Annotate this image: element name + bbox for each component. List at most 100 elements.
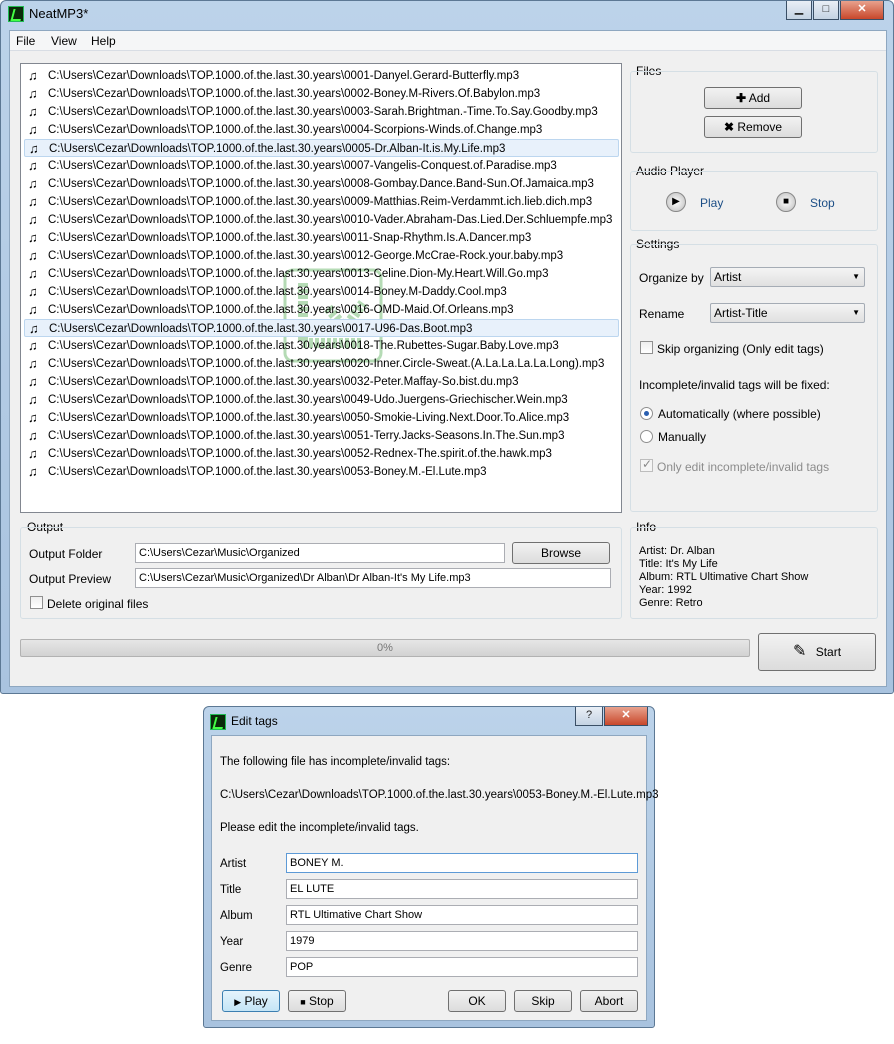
music-note-icon: ♫: [28, 212, 38, 227]
music-note-icon: ♫: [28, 86, 38, 101]
file-list[interactable]: ♫ C:\Users\Cezar\Downloads\TOP.1000.of.th…: [20, 63, 622, 513]
delete-original-checkbox[interactable]: [30, 596, 43, 609]
dialog-play-button[interactable]: ▶ Play: [222, 990, 280, 1012]
main-window: NeatMP3* ▁ □ ✕ File View Help ♫ C:\Users\…: [0, 0, 894, 694]
skip-organizing-checkbox[interactable]: [640, 341, 653, 354]
music-note-icon: ♫: [28, 410, 38, 425]
auto-fix-radio[interactable]: [640, 407, 653, 420]
music-note-icon: ♫: [28, 338, 38, 353]
file-list-item[interactable]: ♫ C:\Users\Cezar\Downloads\TOP.1000.of.th…: [24, 193, 619, 211]
file-list-item[interactable]: ♫ C:\Users\Cezar\Downloads\TOP.1000.of.th…: [24, 85, 619, 103]
title-input[interactable]: EL LUTE: [286, 879, 638, 899]
chevron-down-icon: ▼: [852, 308, 860, 317]
remove-button[interactable]: ✖ Remove: [704, 116, 802, 138]
menu-bar: File View Help: [10, 31, 886, 51]
start-button-label: Start: [815, 645, 842, 659]
file-list-item[interactable]: ♫ C:\Users\Cezar\Downloads\TOP.1000.of.th…: [24, 229, 619, 247]
artist-input[interactable]: BONEY M.: [286, 853, 638, 873]
progress-bar: 0%: [20, 639, 750, 657]
app-icon: [210, 714, 226, 730]
file-list-item[interactable]: ♫ C:\Users\Cezar\Downloads\TOP.1000.of.th…: [24, 301, 619, 319]
dialog-close-button[interactable]: ✕: [604, 707, 648, 726]
only-edit-label: Only edit incomplete/invalid tags: [657, 460, 830, 474]
skip-button[interactable]: Skip: [514, 990, 572, 1012]
year-input[interactable]: 1979: [286, 931, 638, 951]
file-list-item[interactable]: ♫ C:\Users\Cezar\Downloads\TOP.1000.of.th…: [24, 211, 619, 229]
info-artist: Artist: Dr. Alban: [639, 545, 715, 557]
music-note-icon: ♫: [28, 194, 38, 209]
chevron-down-icon: ▼: [852, 272, 860, 281]
album-label: Album: [220, 910, 253, 922]
add-button-label: Add: [748, 91, 771, 105]
maximize-button[interactable]: □: [813, 1, 839, 20]
file-path-label: C:\Users\Cezar\Downloads\TOP.1000.of.the…: [48, 340, 559, 352]
output-folder-input[interactable]: C:\Users\Cezar\Music\Organized: [135, 543, 505, 563]
file-list-item[interactable]: ♫ C:\Users\Cezar\Downloads\TOP.1000.of.th…: [24, 283, 619, 301]
window-title: NeatMP3*: [29, 6, 89, 21]
play-button[interactable]: ▶ Play: [666, 191, 726, 215]
menu-file[interactable]: File: [16, 34, 35, 48]
genre-label: Genre: [220, 962, 252, 974]
file-list-item[interactable]: ♫ C:\Users\Cezar\Downloads\TOP.1000.of.th…: [24, 391, 619, 409]
file-path-label: C:\Users\Cezar\Downloads\TOP.1000.of.the…: [48, 232, 532, 244]
info-genre: Genre: Retro: [639, 597, 703, 609]
file-list-item[interactable]: ♫ C:\Users\Cezar\Downloads\TOP.1000.of.th…: [24, 139, 619, 157]
add-button[interactable]: ✚ Add: [704, 87, 802, 109]
file-list-item[interactable]: ♫ C:\Users\Cezar\Downloads\TOP.1000.of.th…: [24, 175, 619, 193]
output-folder-label: Output Folder: [29, 547, 103, 561]
file-list-item[interactable]: ♫ C:\Users\Cezar\Downloads\TOP.1000.of.th…: [24, 67, 619, 85]
info-title: Title: It's My Life: [639, 558, 718, 570]
minimize-button[interactable]: ▁: [786, 1, 812, 20]
file-list-item[interactable]: ♫ C:\Users\Cezar\Downloads\TOP.1000.of.th…: [24, 157, 619, 175]
file-path-label: C:\Users\Cezar\Downloads\TOP.1000.of.the…: [48, 430, 565, 442]
file-list-item[interactable]: ♫ C:\Users\Cezar\Downloads\TOP.1000.of.th…: [24, 355, 619, 373]
file-list-item[interactable]: ♫ C:\Users\Cezar\Downloads\TOP.1000.of.th…: [24, 265, 619, 283]
file-list-item[interactable]: ♫ C:\Users\Cezar\Downloads\TOP.1000.of.th…: [24, 337, 619, 355]
main-client-area: File View Help ♫ C:\Users\Cezar\Downloads…: [9, 30, 887, 687]
fix-heading: Incomplete/invalid tags will be fixed:: [639, 378, 830, 392]
file-list-item[interactable]: ♫ C:\Users\Cezar\Downloads\TOP.1000.of.th…: [24, 121, 619, 139]
dialog-client-area: The following file has incomplete/invali…: [211, 735, 659, 1021]
music-note-icon: ♫: [28, 284, 38, 299]
skip-organizing-label: Skip organizing (Only edit tags): [657, 342, 824, 356]
music-note-icon: ♫: [28, 302, 38, 317]
dialog-play-label: Play: [244, 994, 268, 1008]
file-path-label: C:\Users\Cezar\Downloads\TOP.1000.of.the…: [48, 106, 598, 118]
only-edit-checkbox[interactable]: [640, 457, 653, 472]
file-path-label: C:\Users\Cezar\Downloads\TOP.1000.of.the…: [48, 304, 514, 316]
abort-button[interactable]: Abort: [580, 990, 638, 1012]
music-note-icon: ♫: [28, 122, 38, 137]
music-note-icon: ♫: [28, 176, 38, 191]
menu-view[interactable]: View: [51, 34, 77, 48]
menu-help[interactable]: Help: [91, 34, 116, 48]
music-note-icon: ♫: [28, 68, 38, 83]
file-list-item[interactable]: ♫ C:\Users\Cezar\Downloads\TOP.1000.of.th…: [24, 247, 619, 265]
file-list-item[interactable]: ♫ C:\Users\Cezar\Downloads\TOP.1000.of.th…: [24, 463, 619, 481]
help-button[interactable]: ?: [575, 707, 603, 726]
file-list-item[interactable]: ♫ C:\Users\Cezar\Downloads\TOP.1000.of.th…: [24, 445, 619, 463]
browse-button[interactable]: Browse: [512, 542, 610, 564]
file-list-item[interactable]: ♫ C:\Users\Cezar\Downloads\TOP.1000.of.th…: [24, 103, 619, 121]
title-label: Title: [220, 884, 242, 896]
stop-button[interactable]: ■ Stop: [776, 191, 836, 215]
organize-by-select[interactable]: Artist ▼: [710, 267, 865, 287]
file-list-item[interactable]: ♫ C:\Users\Cezar\Downloads\TOP.1000.of.th…: [24, 409, 619, 427]
genre-input[interactable]: POP: [286, 957, 638, 977]
file-list-item[interactable]: ♫ C:\Users\Cezar\Downloads\TOP.1000.of.th…: [24, 427, 619, 445]
stop-icon: ■: [300, 997, 306, 1007]
start-button[interactable]: ✎ Start: [758, 633, 876, 671]
dialog-stop-button[interactable]: ■ Stop: [288, 990, 346, 1012]
file-path-label: C:\Users\Cezar\Downloads\TOP.1000.of.the…: [48, 358, 605, 370]
rename-select[interactable]: Artist-Title ▼: [710, 303, 865, 323]
close-button[interactable]: ✕: [840, 1, 884, 20]
manual-fix-radio[interactable]: [640, 430, 653, 443]
artist-label: Artist: [220, 858, 247, 870]
ok-button[interactable]: OK: [448, 990, 506, 1012]
music-note-icon: ♫: [28, 248, 38, 263]
play-label: Play: [700, 196, 724, 210]
dialog-title: Edit tags: [231, 714, 278, 728]
file-list-item[interactable]: ♫ C:\Users\Cezar\Downloads\TOP.1000.of.th…: [24, 319, 619, 337]
file-path-label: C:\Users\Cezar\Downloads\TOP.1000.of.the…: [48, 160, 557, 172]
album-input[interactable]: RTL Ultimative Chart Show: [286, 905, 638, 925]
file-list-item[interactable]: ♫ C:\Users\Cezar\Downloads\TOP.1000.of.th…: [24, 373, 619, 391]
